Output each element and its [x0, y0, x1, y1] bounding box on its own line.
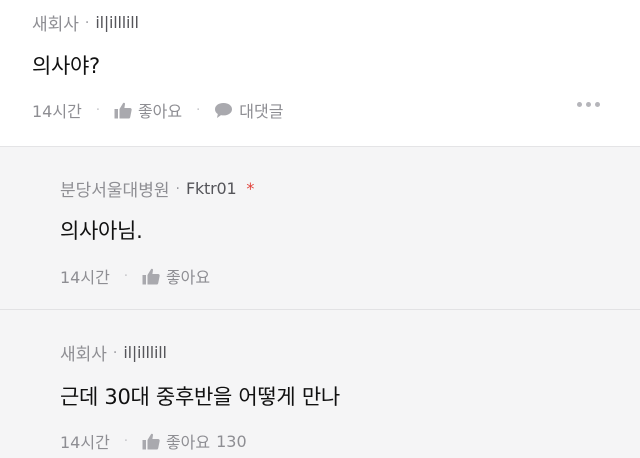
separator-dot: · [175, 180, 180, 197]
comment: 새회사 · il|illlill 의사야? 14시간 · 좋아요 · 대댓글 [0, 0, 640, 146]
author-nickname[interactable]: il|illlill [123, 343, 167, 362]
speech-bubble-icon [215, 102, 233, 118]
comment-meta: 새회사 · il|illlill [60, 340, 167, 365]
comment-actions: 14시간 · 좋아요 130 [60, 429, 247, 453]
author-nickname[interactable]: il|illlill [95, 13, 139, 32]
more-options-button[interactable] [577, 102, 600, 107]
separator-dot: · [95, 102, 100, 118]
reply-label: 대댓글 [239, 102, 284, 121]
timestamp: 14시간 [60, 433, 110, 452]
separator-dot: · [196, 102, 201, 118]
comment-actions: 14시간 · 좋아요 · 대댓글 [32, 98, 283, 122]
company-name: 새회사 [60, 345, 107, 365]
like-button[interactable]: 좋아요 [142, 264, 210, 288]
reply-button[interactable]: 대댓글 [214, 98, 283, 122]
author-mark: * [246, 179, 255, 198]
comment-thread: 새회사 · il|illlill 의사야? 14시간 · 좋아요 · 대댓글 분… [0, 0, 640, 458]
like-label: 좋아요 [165, 433, 211, 452]
reply-comment: 분당서울대병원 · Fktr01 * 의사아님. 14시간 · 좋아요 [0, 146, 640, 309]
like-label: 좋아요 [137, 102, 183, 121]
comment-text: 의사야? [32, 54, 100, 78]
like-button[interactable]: 좋아요 130 [142, 429, 247, 453]
timestamp: 14시간 [60, 268, 110, 287]
reply-comment: 새회사 · il|illlill 근데 30대 중후반을 어떻게 만나 14시간… [0, 309, 640, 458]
comment-meta: 새회사 · il|illlill [32, 10, 139, 35]
comment-actions: 14시간 · 좋아요 [60, 264, 210, 288]
separator-dot: · [123, 268, 128, 284]
comment-text: 근데 30대 중후반을 어떻게 만나 [60, 385, 340, 409]
thumbs-up-icon [142, 433, 160, 449]
separator-dot: · [84, 14, 90, 31]
like-button[interactable]: 좋아요 [114, 98, 182, 122]
timestamp: 14시간 [32, 102, 82, 121]
comment-text: 의사아님. [60, 219, 143, 243]
like-count: 130 [216, 431, 247, 451]
separator-dot: · [123, 433, 128, 449]
company-name: 새회사 [32, 15, 79, 35]
thumbs-up-icon [142, 268, 160, 284]
thumbs-up-icon [114, 102, 132, 118]
like-label: 좋아요 [165, 268, 211, 287]
company-name: 분당서울대병원 [60, 181, 170, 201]
comment-meta: 분당서울대병원 · Fktr01 * [60, 176, 254, 201]
more-dots-icon [577, 102, 582, 107]
author-nickname[interactable]: Fktr01 [186, 179, 237, 198]
separator-dot: · [112, 344, 118, 361]
